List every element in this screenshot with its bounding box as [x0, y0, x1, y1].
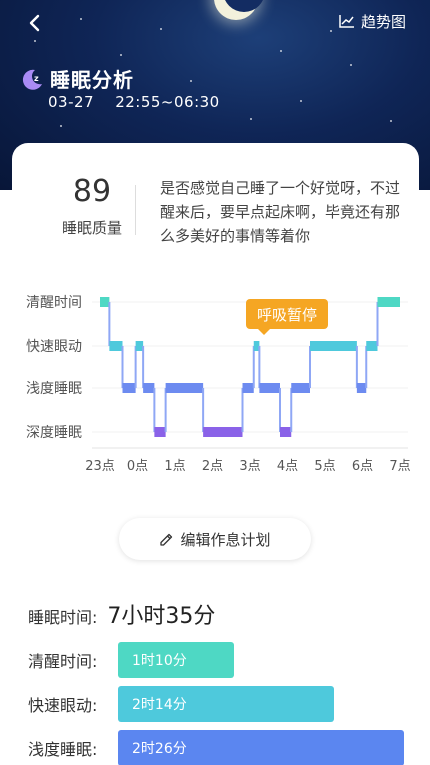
stage-summary-bar: 2时14分: [118, 686, 334, 722]
stage-segment: [122, 383, 136, 393]
trend-button[interactable]: 趋势图: [339, 8, 406, 34]
stage-segment: [310, 341, 357, 351]
x-tick-label: 4点: [277, 459, 298, 474]
stage-segment: [377, 297, 400, 307]
sleep-time-interval: 22:55~06:30: [115, 93, 220, 111]
total-sleep-label: 睡眠时间:: [28, 608, 98, 627]
edit-schedule-label: 编辑作息计划: [180, 530, 271, 549]
stage-segment: [135, 341, 144, 351]
stage-segment: [154, 427, 166, 437]
trend-chart-icon: [339, 15, 354, 28]
x-tick-label: 2点: [202, 459, 223, 474]
stage-segment: [356, 383, 367, 393]
stage-axis-label: 深度睡眠: [26, 425, 82, 441]
stage-segment: [242, 383, 254, 393]
stage-summary-label: 浅度睡眠:: [28, 740, 98, 759]
moon-decoration: [214, 0, 265, 20]
sleep-score-label: 睡眠质量: [61, 219, 122, 237]
edit-schedule-button[interactable]: 编辑作息计划: [119, 518, 311, 560]
stage-segment: [291, 383, 310, 393]
x-tick-label: 5点: [314, 459, 335, 474]
x-tick-label: 7点: [389, 459, 410, 474]
sleep-stage-chart: 清醒时间快速眼动浅度睡眠深度睡眠 23点 0点 1点 2点 3点 4点 5点 6点 7点: [26, 295, 411, 474]
stage-summary-row: 清醒时间: 1时10分: [28, 641, 234, 679]
total-sleep-value: 7小时35分: [107, 604, 216, 629]
apnea-annotation: 呼吸暂停: [246, 299, 328, 335]
edit-pen-icon: [160, 533, 173, 546]
svg-text:z: z: [34, 74, 39, 83]
stage-summary-label: 清醒时间:: [28, 652, 98, 671]
title-row: z 睡眠分析: [20, 64, 134, 93]
stage-axis-label: 快速眼动: [26, 339, 82, 355]
stage-segment: [259, 383, 280, 393]
x-tick-label: 1点: [164, 459, 185, 474]
x-tick-label: 6点: [352, 459, 373, 474]
stage-axis-label: 浅度睡眠: [26, 381, 82, 397]
score-divider: [135, 185, 136, 235]
stage-segment: [143, 383, 155, 393]
stage-axis-label: 清醒时间: [26, 295, 82, 311]
total-sleep-row: 睡眠时间: 7小时35分: [28, 598, 215, 630]
sleep-score-value: 89: [72, 174, 112, 209]
sleep-time-range: 03-27 22:55~06:30: [48, 93, 220, 111]
stage-summary-row: 浅度睡眠: 2时26分: [28, 729, 404, 765]
stage-segment: [203, 427, 243, 437]
x-tick-label: 23点: [85, 459, 115, 474]
stage-summary-row: 快速眼动: 2时14分: [28, 685, 334, 723]
moon-zz-icon: z: [22, 69, 42, 90]
stage-segment: [109, 341, 123, 351]
sleep-score-description: 是否感觉自己睡了一个好觉呀，不过醒来后，要早点起床啊，毕竟还有那么多美好的事情等…: [160, 179, 401, 245]
stage-segment: [366, 341, 378, 351]
stage-summary-label: 快速眼动:: [28, 696, 98, 715]
back-arrow-icon: [29, 14, 40, 32]
sleep-date: 03-27: [48, 93, 95, 111]
stage-summary-bar: 2时26分: [118, 730, 404, 765]
stage-segment: [165, 383, 204, 393]
apnea-annotation-label: 呼吸暂停: [256, 305, 317, 324]
page-title: 睡眠分析: [50, 68, 134, 92]
stage-segment: [100, 297, 110, 307]
trend-label: 趋势图: [360, 12, 406, 31]
back-button[interactable]: [20, 8, 50, 38]
x-tick-label: 3点: [239, 459, 260, 474]
x-tick-label: 0点: [127, 459, 148, 474]
stage-segment: [280, 427, 292, 437]
stage-summary-bar: 1时10分: [118, 642, 234, 678]
